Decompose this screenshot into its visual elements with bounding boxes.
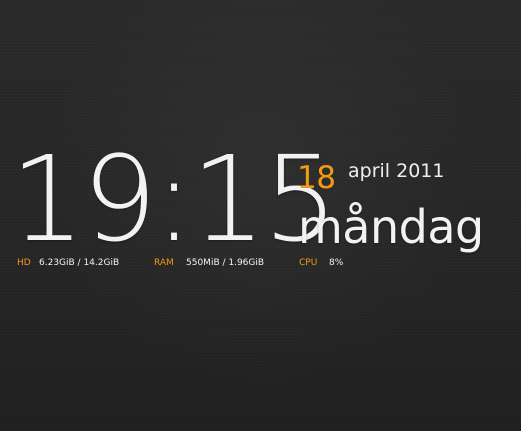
cpu-usage-value: 8% (329, 258, 344, 268)
date-month-year: april 2011 (348, 160, 445, 182)
desktop-clock-widget: 19:15 18 april 2011 måndag HD 6.23GiB / … (0, 0, 521, 431)
clock-time: 19:15 (10, 130, 338, 268)
ram-label: RAM (154, 258, 174, 268)
cpu-label: CPU (299, 258, 318, 268)
hd-label: HD (17, 258, 31, 268)
hd-usage-value: 6.23GiB / 14.2GiB (39, 258, 120, 268)
date-day-number: 18 (297, 160, 336, 196)
date-weekday: måndag (298, 200, 484, 254)
ram-usage-value: 550MiB / 1.96GiB (186, 258, 265, 268)
